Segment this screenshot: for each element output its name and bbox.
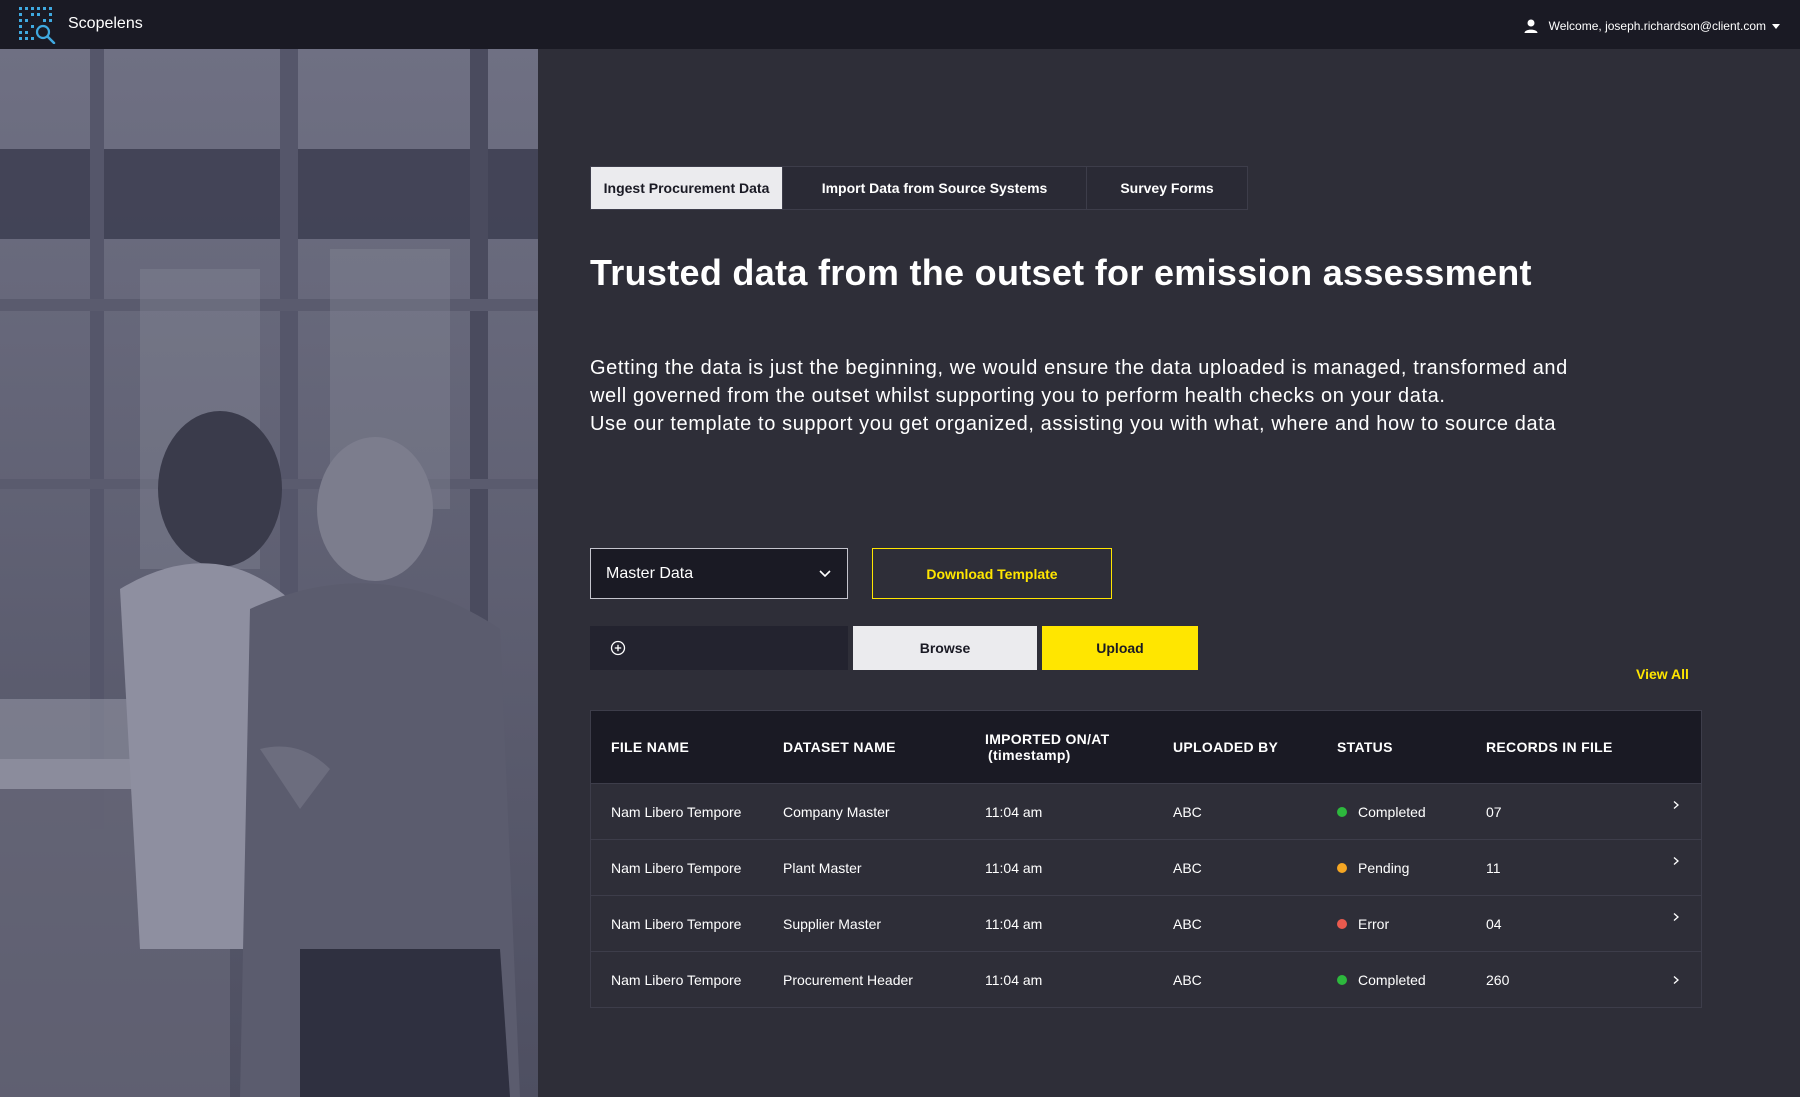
uploads-table: FILE NAME DATASET NAME IMPORTED ON/AT (t… xyxy=(590,710,1702,1008)
upload-button[interactable]: Upload xyxy=(1042,626,1198,670)
cell-uploaded-by: ABC xyxy=(1173,915,1202,932)
tab-import-data-source-systems[interactable]: Import Data from Source Systems xyxy=(783,167,1087,209)
tab-survey-forms[interactable]: Survey Forms xyxy=(1087,167,1247,209)
dataset-select[interactable]: Master Data xyxy=(590,548,848,599)
table-row[interactable]: Nam Libero Tempore Supplier Master 11:04… xyxy=(591,895,1701,951)
cell-time: 11:04 am xyxy=(985,915,1043,932)
cell-dataset: Plant Master xyxy=(783,859,862,876)
view-all-link[interactable]: View All xyxy=(1636,666,1689,682)
header-records: RECORDS IN FILE xyxy=(1486,739,1613,755)
header-dataset-name: DATASET NAME xyxy=(783,739,896,755)
user-icon xyxy=(1524,19,1538,33)
brand-name: Scopelens xyxy=(68,15,143,32)
status-label: Error xyxy=(1358,915,1390,932)
cell-file-name: Nam Libero Tempore xyxy=(611,915,742,932)
table-row[interactable]: Nam Libero Tempore Procurement Header 11… xyxy=(591,951,1701,1007)
chevron-right-icon[interactable] xyxy=(1671,975,1681,985)
cell-dataset: Procurement Header xyxy=(783,971,913,988)
tab-bar: Ingest Procurement Data Import Data from… xyxy=(590,166,1248,210)
top-bar: Scopelens Welcome, joseph.richardson@cli… xyxy=(0,0,1800,49)
status-dot xyxy=(1337,806,1347,817)
header-status: STATUS xyxy=(1337,739,1393,755)
browse-button[interactable]: Browse xyxy=(853,626,1037,670)
user-menu[interactable]: Welcome, joseph.richardson@client.com xyxy=(1523,18,1780,34)
header-imported-on-label: IMPORTED ON/AT xyxy=(985,731,1110,747)
cell-dataset: Supplier Master xyxy=(783,915,882,932)
status-dot xyxy=(1337,862,1347,873)
welcome-text: Welcome, joseph.richardson@client.com xyxy=(1548,19,1766,33)
cell-uploaded-by: ABC xyxy=(1173,971,1202,988)
cell-records: 04 xyxy=(1486,915,1502,932)
chevron-down-icon xyxy=(819,570,831,578)
header-imported-on: IMPORTED ON/AT (timestamp) xyxy=(985,731,1110,763)
status-label: Completed xyxy=(1358,803,1426,820)
cell-records: 07 xyxy=(1486,803,1502,820)
cell-time: 11:04 am xyxy=(985,803,1043,820)
chevron-right-icon[interactable] xyxy=(1671,912,1681,922)
status-label: Pending xyxy=(1358,859,1410,876)
status-dot xyxy=(1337,918,1347,929)
dataset-select-value: Master Data xyxy=(606,564,694,582)
chevron-right-icon[interactable] xyxy=(1671,856,1681,866)
cell-status: Completed xyxy=(1337,972,1426,988)
cell-file-name: Nam Libero Tempore xyxy=(611,971,742,988)
cell-status: Error xyxy=(1337,916,1389,932)
status-label: Completed xyxy=(1358,971,1426,988)
cell-status: Pending xyxy=(1337,860,1409,876)
table-row[interactable]: Nam Libero Tempore Company Master 11:04 … xyxy=(591,783,1701,839)
cell-records: 11 xyxy=(1486,859,1501,876)
scopelens-logo-icon[interactable] xyxy=(19,7,56,44)
description-paragraph-2: Use our template to support you get orga… xyxy=(590,413,1557,435)
cell-uploaded-by: ABC xyxy=(1173,859,1202,876)
header-imported-on-sub: (timestamp) xyxy=(988,747,1071,763)
header-uploaded-by: UPLOADED BY xyxy=(1173,739,1279,755)
chevron-right-icon[interactable] xyxy=(1671,800,1681,810)
cell-status: Completed xyxy=(1337,804,1426,820)
file-input-field[interactable] xyxy=(590,626,848,670)
cell-time: 11:04 am xyxy=(985,971,1043,988)
header-file-name: FILE NAME xyxy=(611,739,690,755)
download-template-button[interactable]: Download Template xyxy=(872,548,1112,599)
cell-uploaded-by: ABC xyxy=(1173,803,1202,820)
cell-time: 11:04 am xyxy=(985,859,1043,876)
hero-photo xyxy=(0,49,538,1097)
table-header: FILE NAME DATASET NAME IMPORTED ON/AT (t… xyxy=(591,711,1701,783)
cell-file-name: Nam Libero Tempore xyxy=(611,803,742,820)
cell-file-name: Nam Libero Tempore xyxy=(611,859,742,876)
caret-down-icon xyxy=(1772,23,1780,29)
cell-records: 260 xyxy=(1486,971,1510,988)
cell-dataset: Company Master xyxy=(783,803,890,820)
tab-ingest-procurement-data[interactable]: Ingest Procurement Data xyxy=(591,167,783,209)
description-paragraph-1: Getting the data is just the beginning, … xyxy=(590,357,1568,407)
page-description: Getting the data is just the beginning, … xyxy=(590,354,1590,438)
table-row[interactable]: Nam Libero Tempore Plant Master 11:04 am… xyxy=(591,839,1701,895)
add-circle-icon[interactable] xyxy=(610,640,626,656)
status-dot xyxy=(1337,974,1347,985)
page-title: Trusted data from the outset for emissio… xyxy=(590,252,1532,293)
